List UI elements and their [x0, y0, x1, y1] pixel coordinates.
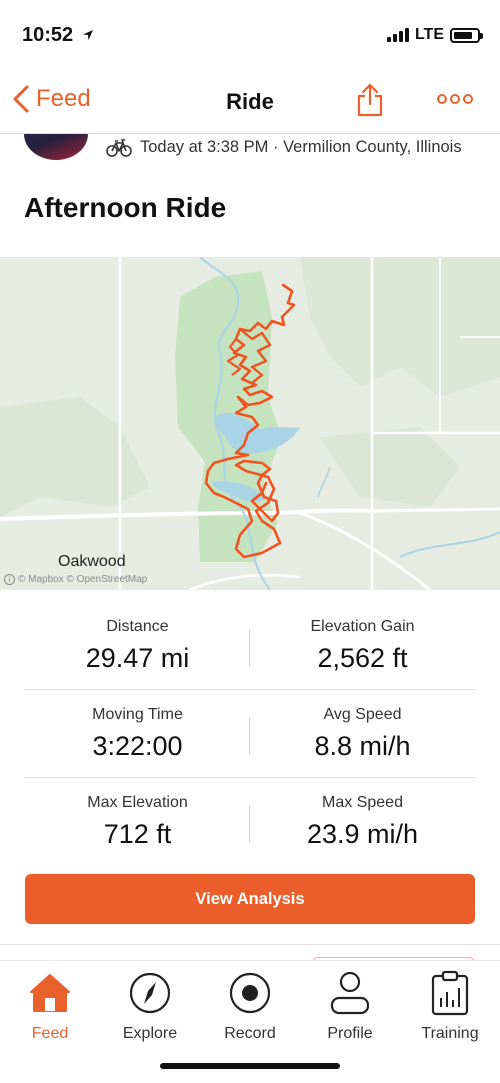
map-credit-text: © Mapbox © OpenStreetMap	[18, 574, 148, 585]
stats-grid: Distance 29.47 mi Elevation Gain 2,562 f…	[25, 602, 475, 866]
stat-label: Max Speed	[322, 794, 403, 811]
stat-max-speed: Max Speed 23.9 mi/h	[250, 778, 475, 866]
network-label: LTE	[414, 26, 444, 43]
stat-divider	[249, 717, 250, 755]
location-arrow-icon	[83, 30, 93, 40]
avatar[interactable]	[24, 134, 88, 160]
stat-label: Distance	[106, 618, 169, 635]
stat-value: 2,562 ft	[317, 643, 408, 673]
stats-row: Moving Time 3:22:00 Avg Speed 8.8 mi/h	[25, 690, 475, 778]
home-icon	[30, 974, 70, 1012]
activity-date-location: Today at 3:38 PM · Vermilion County, Ill…	[140, 138, 462, 156]
stat-avg-speed: Avg Speed 8.8 mi/h	[250, 690, 475, 777]
share-icon[interactable]	[355, 82, 385, 118]
tab-record[interactable]: Record	[200, 967, 300, 1043]
tab-explore[interactable]: Explore	[100, 967, 200, 1043]
stat-elevation-gain: Elevation Gain 2,562 ft	[250, 602, 475, 689]
training-icon	[431, 970, 469, 1016]
stat-moving-time: Moving Time 3:22:00	[25, 690, 250, 777]
status-time: 10:52	[22, 24, 74, 46]
section-divider	[0, 944, 500, 945]
status-bar: 10:52 LTE	[0, 0, 500, 72]
stat-value: 29.47 mi	[85, 643, 190, 673]
stat-value: 712 ft	[103, 819, 172, 849]
stat-value: 23.9 mi/h	[306, 819, 419, 849]
stat-label: Max Elevation	[87, 794, 188, 811]
tab-label: Feed	[31, 1025, 69, 1042]
stat-label: Moving Time	[92, 706, 183, 723]
activity-header: Today at 3:38 PM · Vermilion County, Ill…	[0, 134, 500, 178]
stat-divider	[249, 805, 250, 843]
battery-icon	[450, 27, 483, 43]
profile-icon	[330, 971, 370, 1015]
tab-training[interactable]: Training	[400, 967, 500, 1043]
tab-feed[interactable]: Feed	[0, 967, 100, 1043]
activity-meta: Today at 3:38 PM · Vermilion County, Ill…	[106, 138, 462, 157]
stat-value: 8.8 mi/h	[314, 731, 411, 761]
record-icon	[229, 972, 271, 1014]
tab-label: Explore	[122, 1025, 178, 1042]
activity-title: Afternoon Ride	[24, 192, 227, 223]
stats-row: Max Elevation 712 ft Max Speed 23.9 mi/h	[25, 778, 475, 866]
tab-label: Training	[421, 1025, 479, 1042]
stats-row: Distance 29.47 mi Elevation Gain 2,562 f…	[25, 602, 475, 690]
nav-bar: Feed Ride	[0, 72, 500, 134]
view-analysis-button[interactable]: View Analysis	[25, 874, 475, 924]
stat-distance: Distance 29.47 mi	[25, 602, 250, 689]
info-icon: i	[4, 574, 15, 585]
home-indicator[interactable]	[160, 1063, 340, 1069]
stat-divider	[249, 629, 250, 667]
stat-label: Avg Speed	[323, 706, 402, 723]
map-canvas	[0, 257, 500, 590]
status-indicators: LTE	[386, 26, 483, 44]
signal-icon	[386, 28, 409, 42]
stat-label: Elevation Gain	[310, 618, 415, 635]
route-map[interactable]: Oakwood i © Mapbox © OpenStreetMap	[0, 257, 500, 590]
tab-label: Record	[224, 1025, 276, 1042]
compass-icon	[129, 972, 171, 1014]
page-title: Ride	[226, 89, 274, 114]
stat-value: 3:22:00	[92, 731, 183, 761]
more-options-icon[interactable]	[436, 92, 474, 106]
map-town-label: Oakwood	[58, 553, 126, 570]
bicycle-icon	[106, 138, 132, 157]
tab-label: Profile	[327, 1025, 373, 1042]
stat-max-elevation: Max Elevation 712 ft	[25, 778, 250, 866]
tab-profile[interactable]: Profile	[300, 967, 400, 1043]
map-attribution[interactable]: i © Mapbox © OpenStreetMap	[4, 574, 147, 585]
